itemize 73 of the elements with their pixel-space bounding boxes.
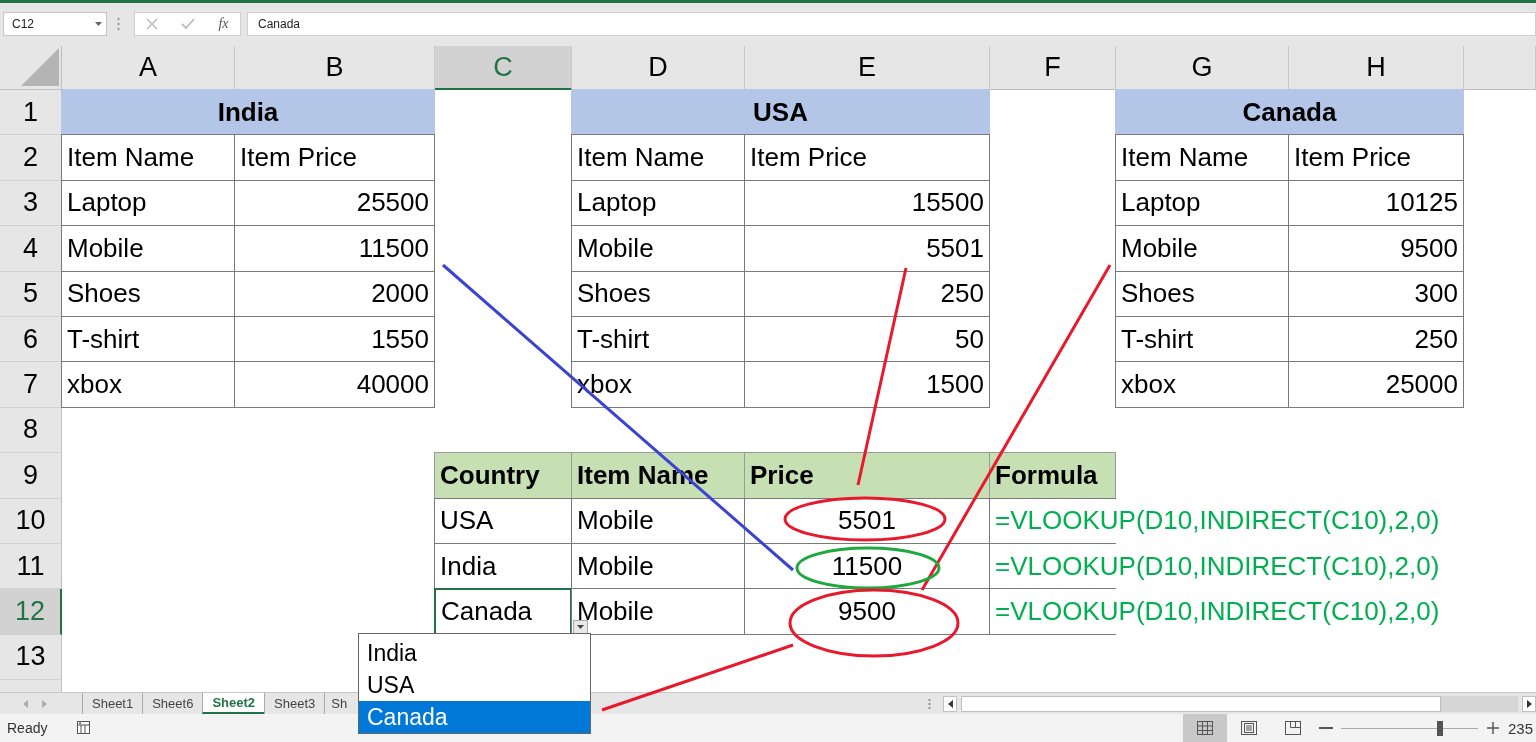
dropdown-option[interactable]: USA (359, 669, 590, 701)
table-cell: 40000 (234, 361, 435, 408)
row-header[interactable]: 12 (0, 589, 62, 635)
table-cell: xbox (61, 361, 235, 408)
status-text: Ready (7, 720, 48, 736)
table-cell: Item Price (234, 134, 435, 181)
drag-handle-icon[interactable] (117, 16, 120, 31)
table-cell: Item Name (61, 134, 235, 181)
row-header[interactable]: 6 (0, 316, 62, 363)
column-header[interactable]: D (572, 46, 745, 90)
column-header[interactable]: E (745, 46, 990, 90)
page-break-icon[interactable] (1285, 721, 1301, 735)
row-header[interactable]: 4 (0, 226, 62, 272)
insert-function-button[interactable]: fx (218, 15, 229, 32)
scroll-right-button[interactable] (1522, 695, 1536, 712)
normal-view-icon[interactable] (1197, 721, 1213, 735)
row-header[interactable]: 1 (0, 90, 62, 136)
table-cell: Mobile (571, 588, 745, 635)
cancel-icon[interactable] (146, 17, 159, 30)
table-title: Canada (1115, 89, 1464, 136)
sheet-tab[interactable]: Sheet2 (202, 693, 265, 714)
table-cell: 25000 (1288, 361, 1464, 408)
scrollbar-thumb[interactable] (961, 695, 1441, 712)
formula-field[interactable]: Canada (247, 11, 1536, 36)
right-arrow-icon (1526, 699, 1532, 708)
sheet-tab[interactable]: Sh (324, 693, 348, 714)
table-header-cell: Formula (989, 452, 1116, 499)
table-cell: 1500 (744, 361, 990, 408)
formula-text: =VLOOKUP(D10,INDIRECT(C10),2,0) (995, 550, 1440, 582)
drag-handle-icon[interactable] (928, 697, 931, 710)
row-header[interactable]: 13 (0, 634, 62, 681)
check-icon[interactable] (181, 17, 196, 30)
column-header[interactable]: A (62, 46, 235, 90)
table-cell: Item Name (571, 134, 745, 181)
row-header[interactable]: 5 (0, 271, 62, 317)
dropdown-option[interactable]: Canada (359, 701, 590, 733)
caret-icon (95, 21, 102, 26)
column-header[interactable]: H (1289, 46, 1464, 90)
table-title: India (61, 89, 435, 136)
page-layout-icon[interactable] (1241, 721, 1257, 735)
table-header-cell: Country (434, 452, 572, 499)
row-header[interactable]: 3 (0, 180, 62, 227)
column-header[interactable] (1464, 46, 1536, 90)
zoom-in-button[interactable] (1486, 721, 1500, 735)
row-header[interactable]: 9 (0, 453, 62, 499)
column-header[interactable]: B (235, 46, 435, 90)
column-header[interactable]: F (990, 46, 1116, 90)
left-arrow-icon (947, 699, 953, 708)
caret-icon (577, 625, 584, 630)
column-header[interactable]: C (435, 46, 572, 90)
name-box[interactable]: C12 (3, 11, 107, 36)
zoom-level[interactable]: 235 (1508, 719, 1536, 737)
table-cell: Item Name (1115, 134, 1289, 181)
select-all-button[interactable] (21, 48, 59, 86)
table-cell: Item Price (1288, 134, 1464, 181)
table-cell: xbox (1115, 361, 1289, 408)
formula-text: =VLOOKUP(D10,INDIRECT(C10),2,0) (995, 596, 1440, 627)
row-header[interactable]: 10 (0, 498, 62, 544)
column-header[interactable]: G (1116, 46, 1289, 90)
table-cell: USA (434, 497, 572, 544)
table-title: USA (571, 89, 990, 136)
zoom-slider-thumb[interactable] (1436, 720, 1443, 736)
scroll-right-icon[interactable] (42, 699, 47, 708)
table-cell: Item Price (744, 134, 990, 181)
row-header[interactable]: 2 (0, 135, 62, 181)
row-header[interactable]: 11 (0, 543, 62, 590)
scroll-left-icon[interactable] (23, 699, 28, 708)
row-header[interactable]: 7 (0, 362, 62, 408)
scroll-left-button[interactable] (943, 695, 957, 712)
table-header-cell: Price (744, 452, 990, 499)
row-header[interactable]: 8 (0, 407, 62, 454)
dropdown-option[interactable]: India (359, 637, 590, 669)
formula-text: =VLOOKUP(D10,INDIRECT(C10),2,0) (995, 505, 1440, 537)
